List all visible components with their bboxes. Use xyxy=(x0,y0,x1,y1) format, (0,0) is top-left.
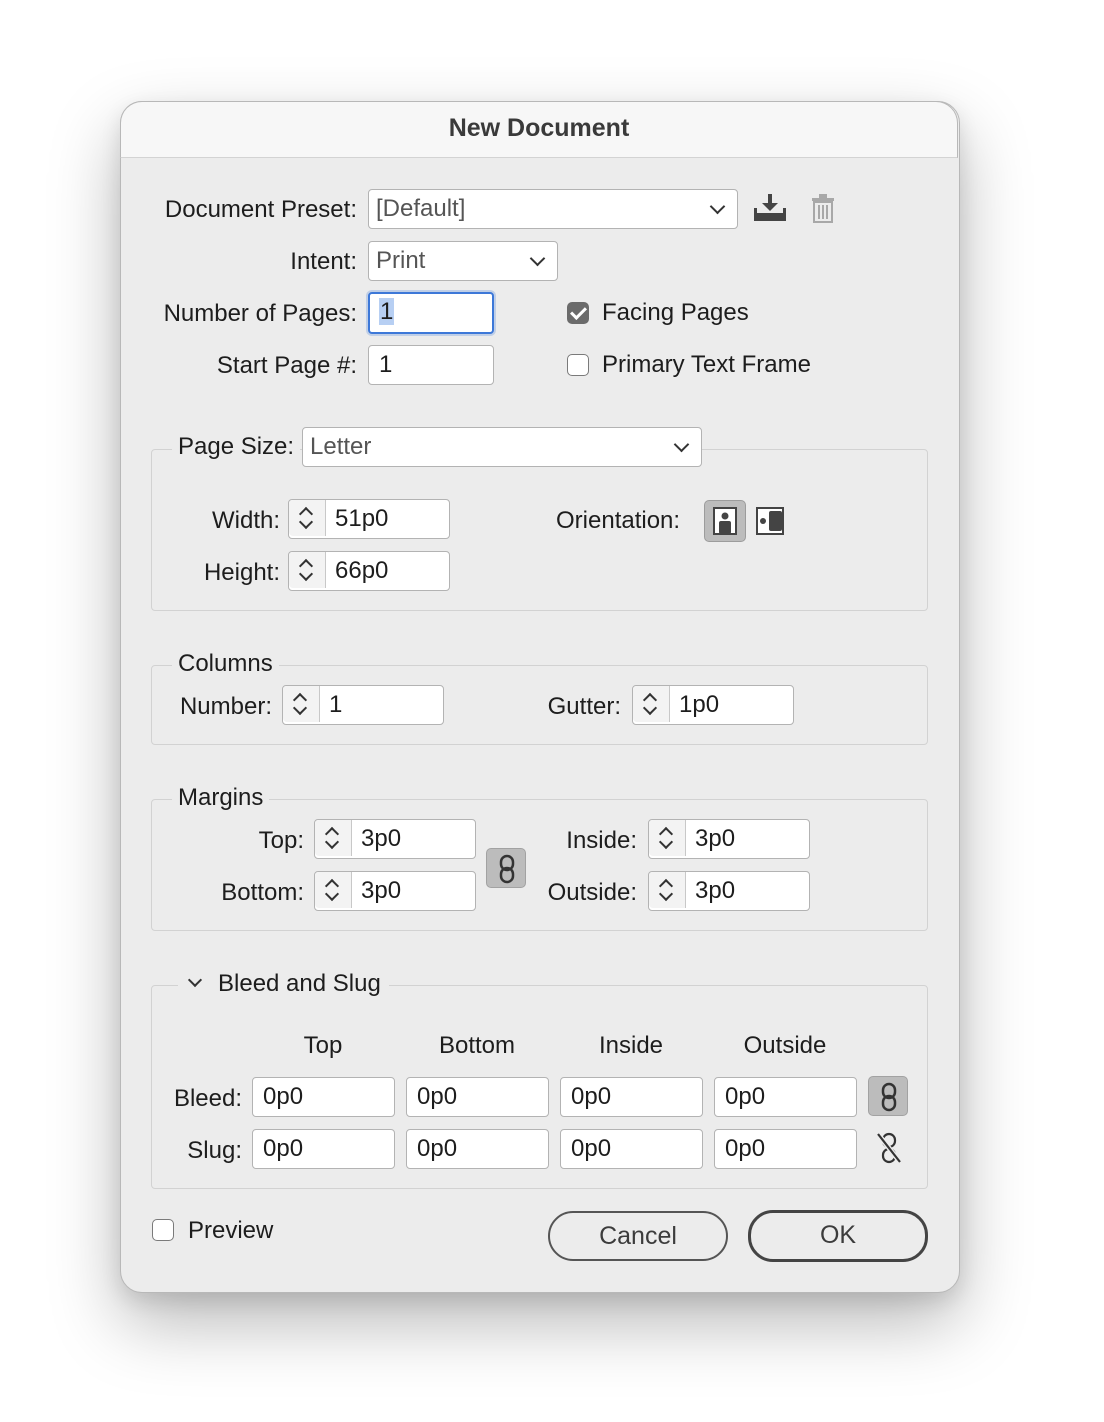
facing-pages-label: Facing Pages xyxy=(602,299,749,326)
gutter-stepper[interactable] xyxy=(633,686,670,722)
bleed-outside-input[interactable]: 0p0 xyxy=(714,1077,857,1117)
preview-label: Preview xyxy=(188,1217,274,1244)
margin-bottom-value: 3p0 xyxy=(361,877,402,904)
dialog-title: New Document xyxy=(448,114,630,142)
gutter-spinner[interactable]: 1p0 xyxy=(632,685,794,725)
save-preset-icon[interactable] xyxy=(752,193,788,223)
chevron-down-icon xyxy=(673,436,690,453)
bleed-header-bottom: Bottom xyxy=(438,1032,516,1059)
slug-outside-value: 0p0 xyxy=(725,1135,766,1162)
page-size-select[interactable]: Letter xyxy=(302,427,702,467)
slug-top-value: 0p0 xyxy=(263,1135,304,1162)
ok-button[interactable]: OK xyxy=(748,1210,928,1262)
bleed-header-inside: Inside xyxy=(598,1032,664,1059)
trash-icon[interactable] xyxy=(810,193,836,223)
document-preset-select[interactable]: [Default] xyxy=(368,189,738,229)
bleed-top-input[interactable]: 0p0 xyxy=(252,1077,395,1117)
margin-bottom-spinner[interactable]: 3p0 xyxy=(314,871,476,911)
margin-outside-value: 3p0 xyxy=(695,877,736,904)
number-of-pages-input[interactable]: 1 xyxy=(368,292,494,334)
margin-top-value: 3p0 xyxy=(361,825,402,852)
margin-top-spinner[interactable]: 3p0 xyxy=(314,819,476,859)
bleed-bottom-value: 0p0 xyxy=(417,1083,458,1110)
bleed-inside-value: 0p0 xyxy=(571,1083,612,1110)
slug-inside-input[interactable]: 0p0 xyxy=(560,1129,703,1169)
bleed-link-button[interactable] xyxy=(868,1076,908,1116)
bleed-slug-legend: Bleed and Slug xyxy=(218,970,381,997)
width-label: Width: xyxy=(211,507,280,534)
margin-inside-spinner[interactable]: 3p0 xyxy=(648,819,810,859)
chevron-down-icon xyxy=(529,250,546,267)
margin-outside-spinner[interactable]: 3p0 xyxy=(648,871,810,911)
document-preset-label: Document Preset: xyxy=(164,196,357,223)
margin-inside-stepper[interactable] xyxy=(649,820,686,856)
slug-bottom-input[interactable]: 0p0 xyxy=(406,1129,549,1169)
facing-pages-checkbox[interactable] xyxy=(567,302,589,324)
columns-number-label: Number: xyxy=(179,693,272,720)
bleed-header-outside: Outside xyxy=(743,1032,827,1059)
slug-outside-input[interactable]: 0p0 xyxy=(714,1129,857,1169)
width-stepper[interactable] xyxy=(289,500,326,536)
height-value: 66p0 xyxy=(335,557,389,584)
height-spinner[interactable]: 66p0 xyxy=(288,551,450,591)
landscape-orientation-icon[interactable] xyxy=(756,506,784,536)
number-of-pages-label: Number of Pages: xyxy=(163,300,357,327)
broken-link-icon[interactable] xyxy=(874,1131,904,1165)
margin-bottom-stepper[interactable] xyxy=(315,872,352,908)
margin-outside-label: Outside: xyxy=(547,879,637,906)
columns-legend: Columns xyxy=(172,650,279,678)
columns-number-spinner[interactable]: 1 xyxy=(282,685,444,725)
orientation-label: Orientation: xyxy=(556,507,681,534)
bleed-top-value: 0p0 xyxy=(263,1083,304,1110)
slug-label: Slug: xyxy=(187,1137,242,1164)
margin-top-stepper[interactable] xyxy=(315,820,352,856)
margin-bottom-label: Bottom: xyxy=(221,879,304,906)
margin-outside-stepper[interactable] xyxy=(649,872,686,908)
margin-inside-label: Inside: xyxy=(566,827,637,854)
bleed-slug-disclosure[interactable]: Bleed and Slug xyxy=(178,970,389,998)
intent-label: Intent: xyxy=(290,248,357,275)
intent-select[interactable]: Print xyxy=(368,241,558,281)
portrait-orientation-button[interactable] xyxy=(704,500,746,542)
columns-number-value: 1 xyxy=(329,691,343,718)
bleed-outside-value: 0p0 xyxy=(725,1083,766,1110)
cancel-button[interactable]: Cancel xyxy=(548,1211,728,1261)
chevron-down-icon xyxy=(709,198,726,215)
chevron-down-icon xyxy=(187,972,203,988)
slug-top-input[interactable]: 0p0 xyxy=(252,1129,395,1169)
primary-text-frame-checkbox[interactable] xyxy=(567,354,589,376)
preview-checkbox[interactable] xyxy=(152,1219,174,1241)
columns-number-stepper[interactable] xyxy=(283,686,320,722)
margin-top-label: Top: xyxy=(258,827,304,854)
start-page-input[interactable]: 1 xyxy=(368,345,494,385)
chain-link-icon xyxy=(499,854,515,884)
bleed-label: Bleed: xyxy=(173,1085,242,1112)
page-size-value: Letter xyxy=(310,433,372,460)
chain-link-icon xyxy=(881,1082,897,1112)
intent-value: Print xyxy=(376,247,426,274)
gutter-label: Gutter: xyxy=(547,693,621,720)
margins-legend: Margins xyxy=(172,784,270,812)
start-page-value: 1 xyxy=(379,351,393,378)
bleed-header-top: Top xyxy=(303,1032,343,1059)
width-spinner[interactable]: 51p0 xyxy=(288,499,450,539)
height-label: Height: xyxy=(203,559,280,586)
primary-text-frame-label: Primary Text Frame xyxy=(602,351,811,378)
bleed-inside-input[interactable]: 0p0 xyxy=(560,1077,703,1117)
start-page-label: Start Page #: xyxy=(216,352,357,379)
margin-inside-value: 3p0 xyxy=(695,825,736,852)
slug-inside-value: 0p0 xyxy=(571,1135,612,1162)
page-size-label: Page Size: xyxy=(172,433,301,461)
slug-bottom-value: 0p0 xyxy=(417,1135,458,1162)
gutter-value: 1p0 xyxy=(679,691,720,718)
margins-group xyxy=(151,799,928,931)
number-of-pages-value: 1 xyxy=(379,298,395,325)
portrait-orientation-icon xyxy=(713,507,737,535)
document-preset-value: [Default] xyxy=(376,195,466,222)
width-value: 51p0 xyxy=(335,505,389,532)
bleed-bottom-input[interactable]: 0p0 xyxy=(406,1077,549,1117)
height-stepper[interactable] xyxy=(289,552,326,588)
